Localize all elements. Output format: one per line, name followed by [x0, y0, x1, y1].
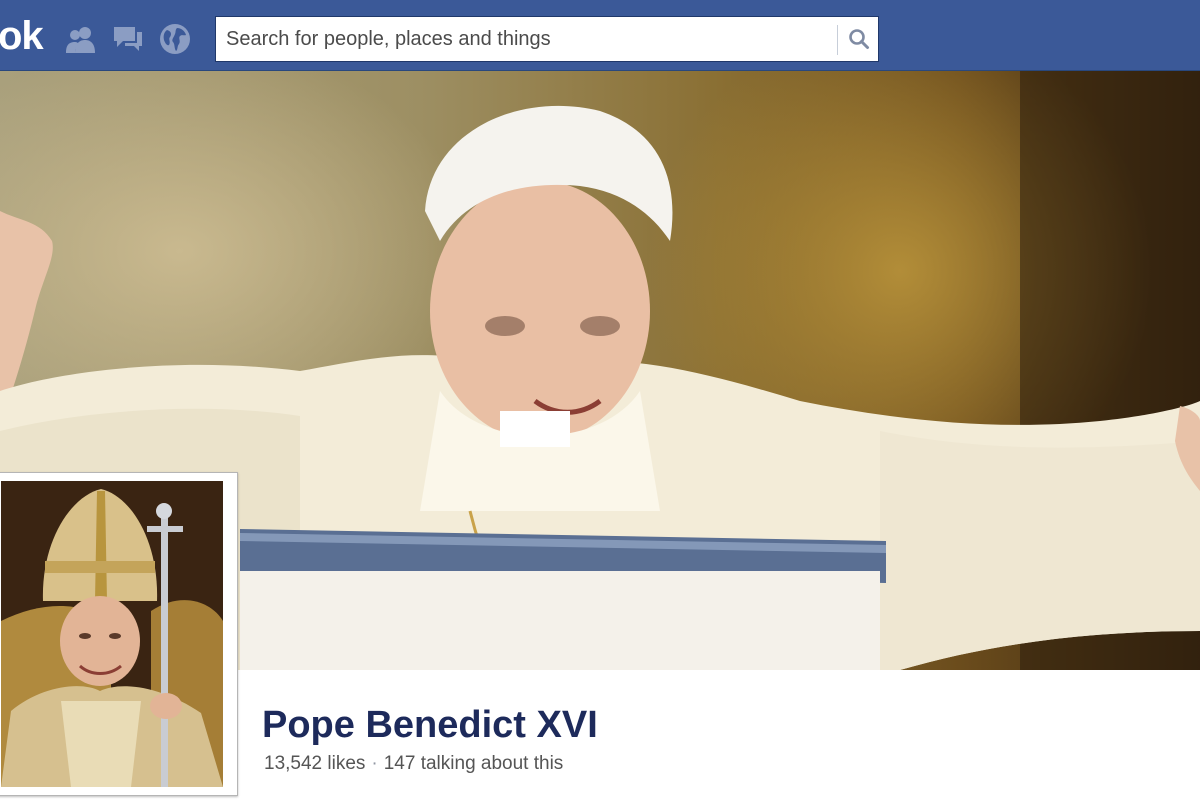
profile-picture[interactable]: [1, 481, 223, 787]
friend-requests-icon[interactable]: [64, 22, 98, 56]
top-navigation-bar: ok: [0, 0, 1200, 71]
stats-separator: ·: [371, 753, 378, 774]
profile-picture-frame[interactable]: [0, 472, 238, 796]
messages-icon[interactable]: [111, 22, 145, 56]
search-box: [215, 16, 879, 62]
search-divider: [837, 25, 838, 55]
likes-count[interactable]: 13,542 likes: [264, 753, 365, 774]
talking-about-count[interactable]: 147 talking about this: [384, 753, 564, 774]
search-input[interactable]: [216, 17, 836, 61]
search-button[interactable]: [839, 17, 879, 61]
page-stats: 13,542 likes · 147 talking about this: [264, 753, 563, 775]
notifications-globe-icon[interactable]: [158, 22, 192, 56]
page-title[interactable]: Pope Benedict XVI: [262, 703, 598, 747]
facebook-logo[interactable]: ok: [0, 14, 44, 58]
search-icon: [849, 29, 869, 49]
